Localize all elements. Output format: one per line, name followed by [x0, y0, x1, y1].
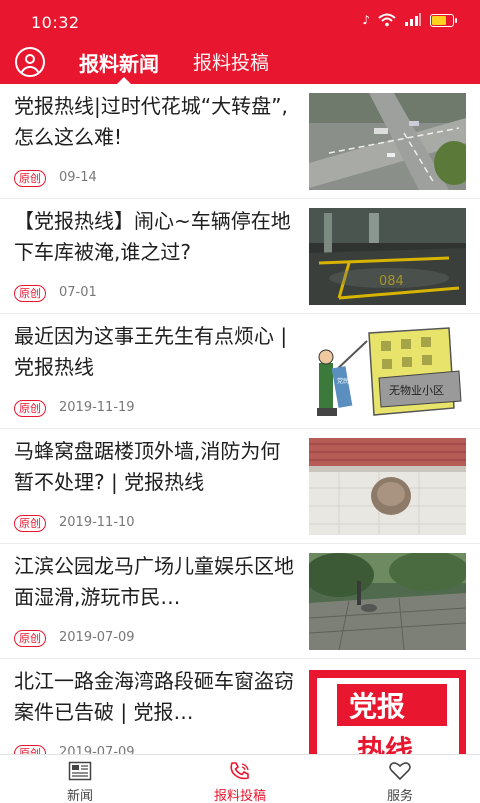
nav-news[interactable]: 新闻	[35, 755, 125, 803]
news-item[interactable]: 【党报热线】闹心~车辆停在地下车库被淹,谁之过? 原创 07-01 084	[0, 199, 480, 314]
news-date: 09-14	[59, 170, 97, 185]
heart-icon	[389, 762, 411, 781]
news-title: 【党报热线】闹心~车辆停在地下车库被淹,谁之过?	[14, 209, 291, 264]
nav-submit[interactable]: 报料投稿	[195, 755, 285, 803]
news-list[interactable]: 党报热线|过时代花城“大转盘”,怎么这么难! 原创 09-14 【党报热线】闹心…	[0, 84, 480, 754]
logo-text-1: 党报	[349, 690, 405, 723]
nav-submit-label: 报料投稿	[213, 789, 266, 803]
status-icons: ♪	[362, 13, 457, 27]
tab-submit[interactable]: 报料投稿	[193, 48, 269, 75]
wifi-icon	[378, 13, 396, 27]
news-thumbnail	[309, 553, 466, 650]
original-badge: 原创	[14, 170, 46, 187]
newspaper-icon	[68, 761, 92, 781]
news-title: 江滨公园龙马广场儿童娱乐区地面湿滑,游玩市民…	[14, 554, 294, 609]
user-avatar-icon[interactable]	[15, 47, 45, 77]
news-title: 党报热线|过时代花城“大转盘”,怎么这么难!	[14, 94, 288, 149]
status-bar: 10:32 ♪	[0, 0, 480, 40]
news-thumbnail	[309, 438, 466, 535]
nav-service[interactable]: 服务	[355, 755, 445, 803]
original-badge: 原创	[14, 630, 46, 647]
news-item[interactable]: 江滨公园龙马广场儿童娱乐区地面湿滑,游玩市民… 原创 2019-07-09	[0, 544, 480, 659]
news-item[interactable]: 马蜂窝盘踞楼顶外墙,消防为何暂不处理? | 党报热线 原创 2019-11-10	[0, 429, 480, 544]
news-thumbnail	[309, 93, 466, 190]
vibrate-icon: ♪	[362, 13, 370, 27]
news-title: 最近因为这事王先生有点烦心 | 党报热线	[14, 324, 288, 379]
bottom-navigation: 新闻 报料投稿 服务	[0, 754, 480, 803]
cartoon-banner: 党民热线	[337, 377, 361, 385]
original-badge: 原创	[14, 515, 46, 532]
news-item[interactable]: 最近因为这事王先生有点烦心 | 党报热线 原创 2019-11-19 无物业小区…	[0, 314, 480, 429]
news-item[interactable]: 党报热线|过时代花城“大转盘”,怎么这么难! 原创 09-14	[0, 84, 480, 199]
original-badge: 原创	[14, 400, 46, 417]
app-header: 10:32 ♪ 报料新闻 报料投稿	[0, 0, 480, 84]
original-badge: 原创	[14, 285, 46, 302]
news-title: 马蜂窝盘踞楼顶外墙,消防为何暂不处理? | 党报热线	[14, 439, 281, 494]
news-thumbnail: 084	[309, 208, 466, 305]
logo-text-2: 热线	[357, 734, 413, 754]
tab-news[interactable]: 报料新闻	[79, 48, 159, 77]
nav-news-label: 新闻	[66, 789, 93, 803]
news-date: 2019-07-09	[59, 745, 135, 754]
original-badge: 原创	[14, 745, 46, 754]
news-date: 2019-11-10	[59, 515, 135, 530]
active-tab-indicator	[117, 77, 131, 84]
news-date: 07-01	[59, 285, 97, 300]
cartoon-sign: 无物业小区	[389, 383, 444, 397]
phone-hotline-icon	[230, 762, 249, 780]
signal-icon	[405, 13, 421, 26]
news-date: 2019-11-19	[59, 400, 135, 415]
news-thumbnail: 无物业小区 党民热线	[309, 323, 466, 420]
news-title: 北江一路金海湾路段砸车窗盗窃案件已告破 | 党报…	[14, 669, 294, 724]
news-thumbnail: 党报 热线	[309, 668, 466, 754]
nav-service-label: 服务	[386, 789, 413, 803]
news-item[interactable]: 北江一路金海湾路段砸车窗盗窃案件已告破 | 党报… 原创 2019-07-09 …	[0, 659, 480, 754]
status-time: 10:32	[31, 13, 80, 32]
news-date: 2019-07-09	[59, 630, 135, 645]
battery-icon	[430, 13, 457, 27]
